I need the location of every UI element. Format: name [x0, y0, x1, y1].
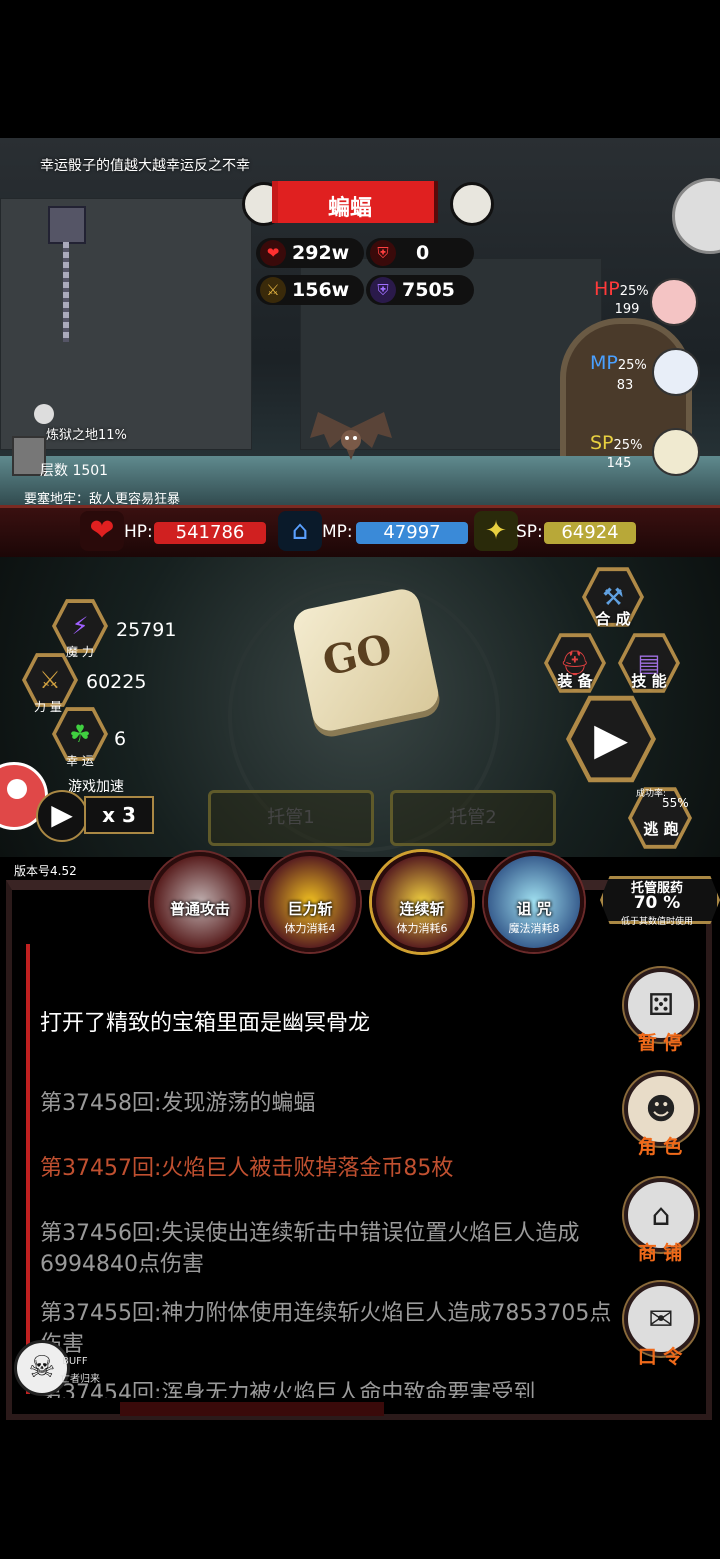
- log-entry: 第37457回:火焰巨人被击败掉落金币85枚: [40, 1156, 454, 1181]
- sword-icon: ⚔: [26, 656, 74, 704]
- sp-value: 64924: [544, 522, 636, 544]
- auto1-button[interactable]: 托管1: [208, 790, 374, 846]
- log-border-accent: [26, 944, 30, 1394]
- role-label: 角 色: [637, 1136, 683, 1158]
- mp-potion[interactable]: MP25% 83: [590, 348, 714, 396]
- sp-potion-icon: [652, 428, 700, 476]
- speed-value[interactable]: x 3: [84, 796, 154, 834]
- heart-icon: ❤: [80, 511, 124, 551]
- user-icon: [7, 779, 27, 799]
- speed-play-button[interactable]: ▶: [36, 790, 88, 842]
- buff-label: BUFF: [62, 1356, 88, 1367]
- shop-icon: ⌂: [651, 1197, 671, 1233]
- skill-cost: 体力消耗6: [396, 922, 448, 935]
- log-entry: 第37458回:发现游荡的蝙蝠: [40, 1091, 316, 1116]
- floor-count: 层数 1501: [40, 463, 109, 479]
- chain-anchor-icon: [48, 206, 86, 244]
- skill-label: 技 能: [631, 672, 667, 690]
- buff-skull-icon[interactable]: ☠: [14, 1340, 70, 1396]
- sp-potion-label: SP25%: [590, 432, 643, 454]
- mp-potion-count: 83: [616, 378, 634, 393]
- enemy-magic-def-value: 7505: [402, 279, 455, 301]
- mp-icon: ⌂: [278, 511, 322, 551]
- enemy-defense-value: 0: [416, 242, 430, 264]
- shield-icon: ⛨: [370, 240, 396, 266]
- flee-rate: 55%: [662, 796, 689, 810]
- hp-potion[interactable]: HP25% 199: [594, 278, 714, 326]
- enemy-hp-value: 292w: [292, 242, 350, 264]
- enemy-attack-stat: ⚔ 156w: [256, 275, 364, 305]
- enemy-defense-stat: ⛨ 0: [366, 238, 474, 268]
- code-label: 口 令: [637, 1346, 683, 1368]
- pause-label: 暂 停: [637, 1032, 683, 1054]
- auto2-button[interactable]: 托管2: [390, 790, 556, 846]
- strength-caption: 力 量: [34, 700, 62, 714]
- craft-label: 合 成: [595, 610, 631, 628]
- skill-name: 普通攻击: [169, 900, 230, 918]
- clover-icon: ☘: [56, 710, 104, 758]
- strength-value: 60225: [86, 671, 147, 693]
- magic-caption: 魔 力: [66, 645, 94, 659]
- area-name: 炼狱之地11%: [46, 428, 127, 443]
- flee-label: 逃 跑: [643, 820, 679, 838]
- skill-name: 巨力斩: [287, 900, 333, 918]
- mp-label: MP:: [322, 522, 353, 542]
- mp-potion-label: MP25%: [590, 352, 647, 374]
- shop-label: 商 铺: [637, 1242, 683, 1264]
- sword-icon: ⚔: [260, 277, 286, 303]
- enemy-attack-value: 156w: [292, 279, 350, 301]
- auto-potion-sub: 低于其数值时使用: [620, 917, 693, 927]
- enemy-magic-def-stat: ⛨ 7505: [366, 275, 474, 305]
- skill-name: 连续斩: [399, 900, 445, 918]
- scroll-icon: ✉: [648, 1301, 674, 1337]
- hp-potion-icon: [650, 278, 698, 326]
- speed-label: 游戏加速: [68, 779, 124, 795]
- go-dice-button[interactable]: GO: [290, 586, 442, 734]
- sp-icon: ✦: [474, 511, 518, 551]
- hooded-figure-icon: ☻: [645, 1091, 677, 1127]
- skull-icon: [450, 182, 494, 226]
- log-entry: 第37454回:浑身无力被火焰巨人命中致命要害受到: [40, 1381, 536, 1398]
- skill-name: 诅 咒: [516, 900, 552, 918]
- skull-icon: [34, 404, 54, 424]
- hp-value: 541786: [154, 522, 266, 544]
- skill-cost: 魔法消耗8: [508, 922, 560, 935]
- log-entry: 打开了精致的宝箱里面是幽冥骨龙: [40, 1011, 371, 1036]
- log-entry: 第37456回:失误使出连续斩击中错误位置火焰巨人造成6994840点伤害: [40, 1221, 580, 1277]
- sp-label: SP:: [516, 522, 543, 542]
- chain-icon: [63, 242, 69, 342]
- log-scroll-indicator: [120, 1402, 384, 1416]
- hp-potion-count: 199: [614, 302, 640, 317]
- enemy-name: 蝙蝠: [327, 196, 372, 221]
- sp-potion[interactable]: SP25% 145: [590, 428, 714, 476]
- luck-value: 6: [114, 728, 127, 750]
- enemy-hp-stat: ❤ 292w: [256, 238, 364, 268]
- hp-potion-label: HP25%: [594, 278, 649, 300]
- auto-potion-value[interactable]: 70 %: [600, 893, 714, 913]
- dice-icon: ⚄: [647, 987, 675, 1023]
- bat-enemy-sprite: [310, 412, 392, 460]
- magic-shield-icon: ⛨: [370, 277, 396, 303]
- play-icon: ▶: [571, 700, 651, 778]
- dice-label: GO: [318, 625, 396, 686]
- version-label: 版本号4.52: [14, 864, 77, 878]
- log-entry: 第37455回:神力附体使用连续斩火焰巨人造成7853705点伤害: [40, 1301, 612, 1357]
- hp-label: HP:: [124, 522, 153, 542]
- equip-label: 装 备: [557, 672, 593, 690]
- luck-tip: 幸运骰子的值越大越幸运反之不幸: [40, 158, 250, 174]
- sp-potion-count: 145: [606, 456, 632, 471]
- buff-name: 亡者归来: [60, 1374, 100, 1385]
- luck-caption: 幸 运: [66, 754, 94, 768]
- skill-cost: 体力消耗4: [284, 922, 336, 935]
- mp-value: 47997: [356, 522, 468, 544]
- heart-icon: ❤: [260, 240, 286, 266]
- magic-value: 25791: [116, 619, 177, 641]
- mp-potion-icon: [652, 348, 700, 396]
